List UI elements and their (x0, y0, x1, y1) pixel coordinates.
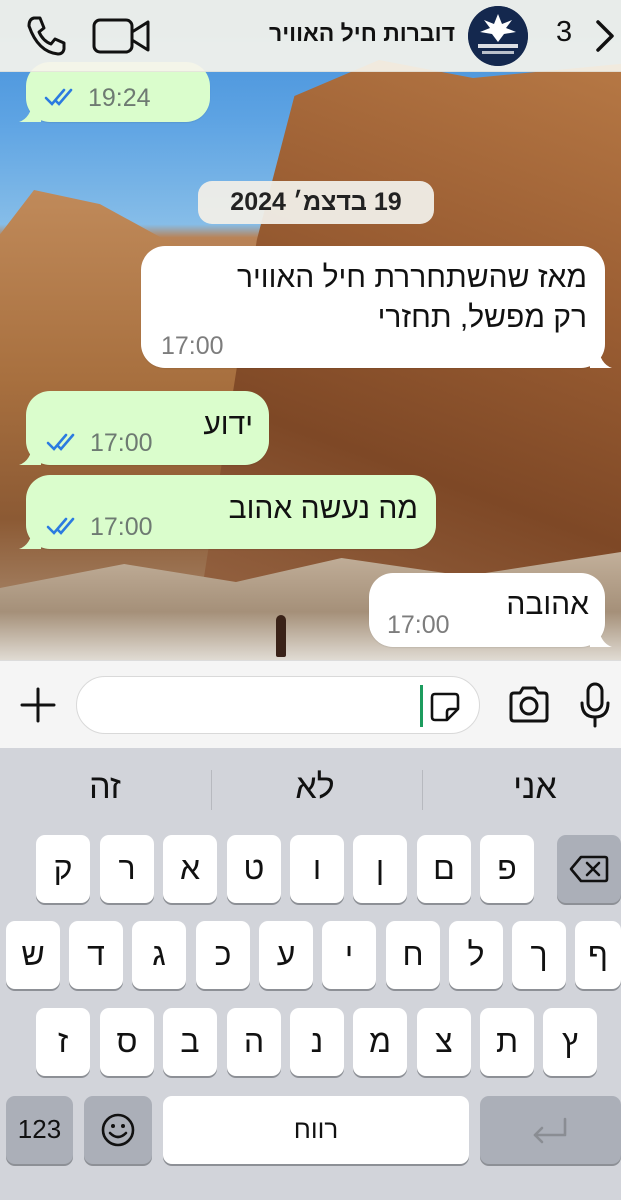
key[interactable]: נ (290, 1008, 344, 1076)
text-cursor (420, 685, 423, 727)
numbers-key[interactable]: 123 (6, 1096, 73, 1164)
message-time: 17:00 (387, 611, 450, 639)
read-receipt-icon (46, 433, 75, 451)
suggestion-1[interactable]: אני (480, 768, 590, 807)
avatar[interactable] (468, 6, 528, 66)
message-bubble-incoming[interactable]: אהובה 17:00 (369, 573, 612, 647)
suggestion-3[interactable]: זה (50, 768, 160, 807)
key[interactable]: ב (163, 1008, 217, 1076)
phone-call-icon[interactable] (24, 14, 68, 58)
message-bubble-outgoing[interactable]: ידוע 17:00 (19, 391, 269, 465)
chat-header: דוברות חיל האוויר 3 (0, 0, 621, 72)
emoji-key[interactable] (84, 1096, 152, 1164)
key[interactable]: ף (575, 921, 621, 989)
air-force-emblem-icon (468, 6, 528, 66)
key[interactable]: א (163, 835, 217, 903)
key[interactable]: ג (132, 921, 186, 989)
message-text-line: מאז שהשתחררת חיל האוויר (236, 261, 587, 294)
video-call-icon[interactable] (92, 16, 152, 56)
message-text: מה נעשה אהוב (228, 492, 418, 525)
bubble-tail (19, 100, 41, 122)
key[interactable]: י (322, 921, 376, 989)
key[interactable]: ה (227, 1008, 281, 1076)
camera-icon[interactable] (507, 683, 551, 727)
bubble-tail (19, 443, 41, 465)
suggestion-2[interactable]: לא (260, 768, 370, 807)
key[interactable]: ע (259, 921, 313, 989)
sticker-icon[interactable] (429, 691, 461, 723)
key[interactable]: ק (36, 835, 90, 903)
key[interactable]: ס (100, 1008, 154, 1076)
message-time: 17:00 (90, 513, 153, 541)
message-bubble-incoming[interactable]: מאז שהשתחררת חיל האוויר רק מפשל, תחזרי 1… (141, 246, 612, 368)
message-time: 17:00 (90, 429, 153, 457)
key[interactable]: מ (353, 1008, 407, 1076)
key[interactable]: ח (386, 921, 440, 989)
key[interactable]: פ (480, 835, 534, 903)
key[interactable]: ש (6, 921, 60, 989)
message-time: 17:00 (161, 332, 224, 360)
key[interactable]: ן (353, 835, 407, 903)
key[interactable]: ם (417, 835, 471, 903)
message-input[interactable] (76, 676, 480, 734)
date-divider: 19 בדצמ׳ 2024 (198, 181, 434, 224)
space-key[interactable]: רווח (163, 1096, 469, 1164)
key[interactable]: ל (449, 921, 503, 989)
key[interactable]: ך (512, 921, 566, 989)
backspace-icon (569, 855, 609, 883)
plus-icon[interactable] (18, 685, 58, 725)
key[interactable]: ר (100, 835, 154, 903)
key[interactable]: ו (290, 835, 344, 903)
key[interactable]: ד (69, 921, 123, 989)
read-receipt-icon (44, 88, 73, 106)
key[interactable]: ת (480, 1008, 534, 1076)
key[interactable]: ז (36, 1008, 90, 1076)
message-text-line: רק מפשל, תחזרי (377, 301, 587, 334)
message-bubble-outgoing[interactable]: מה נעשה אהוב 17:00 (19, 475, 436, 549)
return-key[interactable] (480, 1096, 621, 1164)
suggestion-divider (211, 770, 212, 810)
message-text: ידוע (203, 408, 253, 441)
bubble-tail (19, 527, 41, 549)
bubble-tail (590, 625, 612, 647)
contact-name[interactable]: דוברות חיל האוויר (269, 20, 455, 47)
read-receipt-icon (46, 517, 75, 535)
wallpaper-person (276, 615, 286, 657)
key[interactable]: צ (417, 1008, 471, 1076)
suggestion-divider (422, 770, 423, 810)
key[interactable]: כ (196, 921, 250, 989)
microphone-icon[interactable] (579, 681, 611, 729)
bubble-tail (590, 346, 612, 368)
key[interactable]: ץ (543, 1008, 597, 1076)
message-input-bar (0, 660, 621, 748)
message-text: אהובה (506, 588, 589, 621)
unread-count[interactable]: 3 (556, 16, 572, 49)
chevron-right-icon[interactable] (592, 16, 616, 56)
emoji-icon (101, 1113, 135, 1147)
return-arrow-icon (533, 1117, 566, 1144)
key[interactable]: ט (227, 835, 281, 903)
hebrew-keyboard: אני לא זה ק ר א ט ו ן ם פ ש ד ג כ ע י ח … (0, 748, 621, 1200)
message-time: 19:24 (88, 84, 151, 112)
delete-key[interactable] (557, 835, 621, 903)
